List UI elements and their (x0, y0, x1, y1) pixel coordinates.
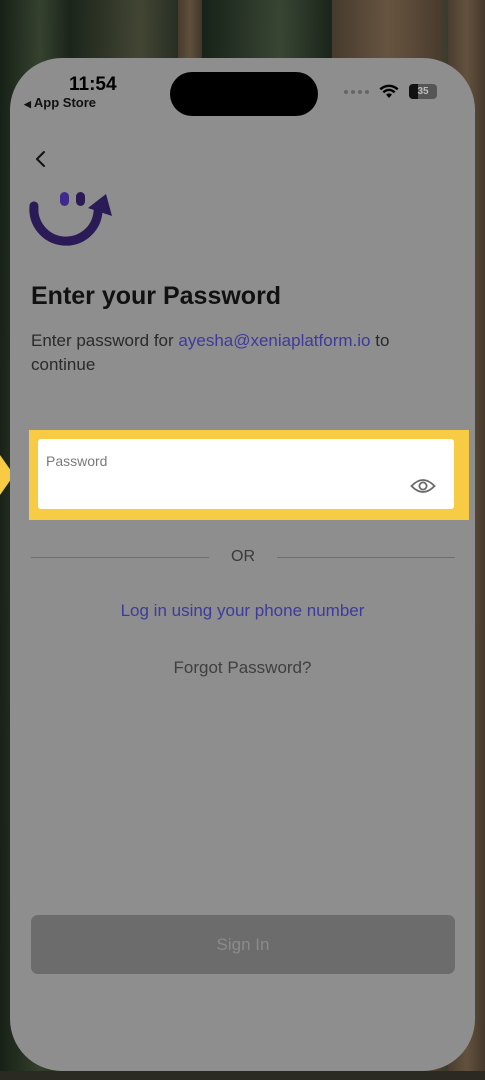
forgot-password-link[interactable]: Forgot Password? (10, 658, 475, 678)
password-label: Password (46, 453, 108, 469)
back-app-label: App Store (33, 95, 97, 110)
or-divider: OR (31, 546, 455, 568)
sign-in-button[interactable]: Sign In (31, 915, 455, 974)
page-subtitle: Enter password for ayesha@xeniaplatform.… (31, 329, 441, 377)
page-title: Enter your Password (31, 282, 282, 310)
phone-login-link[interactable]: Log in using your phone number (10, 601, 475, 621)
back-to-app-store[interactable]: ◀ App Store (24, 95, 96, 110)
bottom-strip (0, 1071, 485, 1080)
dynamic-island (170, 72, 318, 116)
xenia-smile-logo (29, 192, 112, 246)
signal-dots-icon (344, 89, 369, 94)
phone-screen: 11:54 ◀ App Store 35 Enter your Password … (10, 58, 475, 1071)
eye-icon[interactable] (410, 477, 436, 495)
subtitle-prefix: Enter password for (31, 331, 179, 350)
divider-line (31, 556, 209, 558)
back-triangle-icon: ◀ (24, 99, 31, 109)
divider-text: OR (231, 548, 255, 565)
battery-icon: 35 (409, 84, 437, 99)
status-time: 11:54 (69, 74, 117, 95)
battery-level: 35 (417, 86, 429, 97)
divider-line (277, 556, 455, 558)
chevron-left-icon[interactable] (30, 148, 52, 170)
wifi-icon (379, 84, 399, 98)
status-indicators: 35 (344, 84, 437, 99)
account-email: ayesha@xeniaplatform.io (178, 331, 371, 350)
password-field[interactable]: Password (38, 439, 454, 509)
